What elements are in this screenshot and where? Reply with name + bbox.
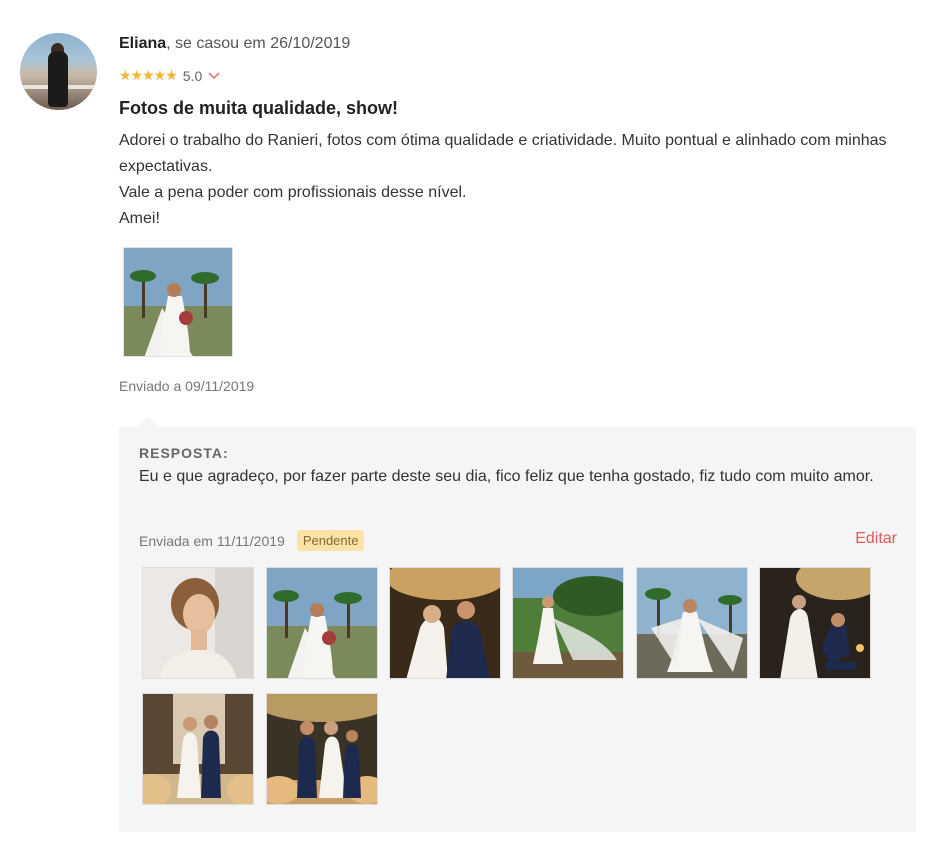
status-badge: Pendente (296, 530, 365, 551)
reply-photo-5[interactable] (636, 567, 748, 679)
review-photo[interactable] (123, 247, 233, 357)
review-body-line: Amei! (119, 210, 160, 227)
rating-value: 5.0 (182, 67, 203, 84)
review-sent-date: Enviado a 09/11/2019 (119, 378, 255, 394)
star-icon: ★★★★★ (119, 67, 178, 83)
review-body-line: Adorei o trabalho do Ranieri, fotos com … (119, 132, 887, 175)
reply-text: Eu e que agradeço, por fazer parte deste… (139, 468, 874, 485)
review-body-line: Vale a pena poder com profissionais dess… (119, 184, 467, 201)
reply-box: RESPOSTA: Eu e que agradeço, por fazer p… (119, 417, 916, 832)
reply-photo-4[interactable] (512, 567, 624, 679)
reply-photo-6[interactable] (759, 567, 871, 679)
reply-label: RESPOSTA: (139, 445, 229, 461)
chevron-down-icon[interactable] (208, 68, 220, 83)
reply-photo-1[interactable] (142, 567, 254, 679)
author-name[interactable]: Eliana (119, 35, 166, 52)
rating-row[interactable]: ★★★★★ 5.0 (119, 67, 220, 84)
reply-photo-3[interactable] (389, 567, 501, 679)
reply-photo-2[interactable] (266, 567, 378, 679)
author-wedding-date: , se casou em 26/10/2019 (166, 35, 351, 52)
avatar (20, 33, 97, 110)
review-title: Fotos de muita qualidade, show! (119, 98, 399, 118)
review-author-line: Eliana, se casou em 26/10/2019 (119, 35, 350, 53)
review-body: Adorei o trabalho do Ranieri, fotos com … (119, 128, 909, 232)
reply-photo-8[interactable] (266, 693, 378, 805)
reply-meta: Enviada em 11/11/2019 Pendente (139, 530, 365, 551)
reply-photo-7[interactable] (142, 693, 254, 805)
edit-reply-link[interactable]: Editar (855, 530, 897, 548)
reply-date: Enviada em 11/11/2019 (139, 532, 285, 549)
